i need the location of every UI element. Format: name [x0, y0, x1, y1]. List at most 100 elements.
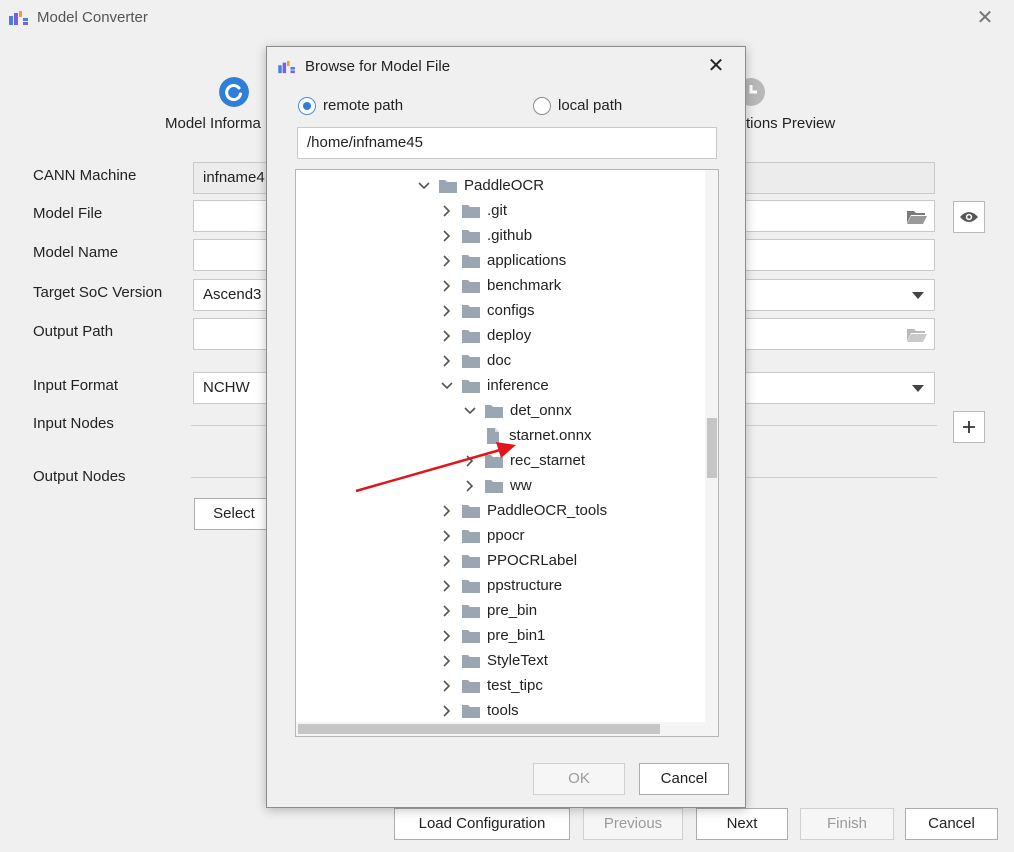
chevron-right-icon[interactable]: [439, 603, 455, 619]
browse-model-file-dialog: Browse for Model File ✕ remote path loca…: [266, 46, 746, 808]
chevron-right-icon[interactable]: [439, 678, 455, 694]
step-active-icon: [219, 77, 249, 107]
tree-folder-item[interactable]: ppocr: [439, 523, 525, 548]
chevron-right-icon[interactable]: [439, 253, 455, 269]
model-file-label: Model File: [33, 205, 103, 222]
target-soc-label: Target SoC Version: [33, 284, 163, 301]
tree-item-label: pre_bin: [487, 602, 538, 619]
tree-folder-item[interactable]: PaddleOCR_tools: [439, 498, 607, 523]
tree-item-label: PPOCRLabel: [487, 552, 578, 569]
folder-icon: [461, 328, 481, 344]
tree-folder-item[interactable]: ww: [462, 473, 532, 498]
tree-folder-item[interactable]: .github: [439, 223, 532, 248]
local-path-radio[interactable]: [533, 97, 551, 115]
chevron-right-icon[interactable]: [439, 528, 455, 544]
cancel-button[interactable]: Cancel: [905, 808, 998, 840]
finish-button[interactable]: Finish: [800, 808, 894, 840]
tree-folder-item[interactable]: .git: [439, 198, 507, 223]
remote-path-radio[interactable]: [298, 97, 316, 115]
folder-open-icon-disabled[interactable]: [906, 326, 928, 343]
select-button[interactable]: Select: [194, 498, 274, 530]
folder-icon: [484, 453, 504, 469]
file-tree[interactable]: tools test_tipc StyleText pre_bin1 pre_bin pp…: [295, 169, 719, 737]
tree-folder-item[interactable]: test_tipc: [439, 673, 543, 698]
eye-icon: [960, 212, 978, 222]
tree-folder-item[interactable]: applications: [439, 248, 566, 273]
folder-icon: [461, 253, 481, 269]
tree-item-label: ppstructure: [487, 577, 563, 594]
tree-item-label: rec_starnet: [510, 452, 586, 469]
tree-item-label: .github: [487, 227, 533, 244]
tree-folder-item[interactable]: pre_bin1: [439, 623, 545, 648]
tree-item-label: PaddleOCR: [464, 177, 545, 194]
folder-icon: [461, 553, 481, 569]
folder-icon: [461, 628, 481, 644]
chevron-right-icon[interactable]: [462, 478, 478, 494]
tree-folder-item[interactable]: pre_bin: [439, 598, 537, 623]
input-format-label: Input Format: [33, 377, 119, 394]
chevron-right-icon[interactable]: [439, 353, 455, 369]
folder-open-icon[interactable]: [906, 208, 928, 225]
dialog-cancel-button[interactable]: Cancel: [639, 763, 729, 795]
remote-path-label: remote path: [323, 97, 404, 114]
load-configuration-button[interactable]: Load Configuration: [394, 808, 570, 840]
chevron-right-icon[interactable]: [439, 278, 455, 294]
tree-folder-item[interactable]: ppstructure: [439, 573, 562, 598]
cann-machine-label: CANN Machine: [33, 167, 137, 184]
tree-folder-item[interactable]: inference: [439, 373, 549, 398]
folder-icon: [438, 178, 458, 194]
dialog-close-button[interactable]: ✕: [703, 54, 729, 78]
tree-folder-item[interactable]: benchmark: [439, 273, 561, 298]
local-path-label: local path: [558, 97, 623, 114]
chevron-down-icon[interactable]: [912, 385, 924, 393]
tree-file-item[interactable]: starnet.onnx: [482, 423, 592, 448]
preview-model-button[interactable]: [953, 201, 985, 233]
tree-item-label: starnet.onnx: [509, 427, 592, 444]
add-input-node-button[interactable]: [953, 411, 985, 443]
tree-folder-item[interactable]: PaddleOCR: [416, 173, 544, 198]
chevron-right-icon[interactable]: [439, 653, 455, 669]
chevron-right-icon[interactable]: [439, 303, 455, 319]
tree-vertical-scroll-thumb[interactable]: [707, 418, 717, 478]
next-button[interactable]: Next: [696, 808, 788, 840]
tree-horizontal-scroll-thumb[interactable]: [298, 724, 660, 734]
chevron-down-icon[interactable]: [439, 378, 455, 394]
chevron-right-icon[interactable]: [439, 628, 455, 644]
chevron-right-icon[interactable]: [439, 578, 455, 594]
chevron-down-icon[interactable]: [416, 178, 432, 194]
folder-icon: [461, 203, 481, 219]
tree-folder-item[interactable]: doc: [439, 348, 511, 373]
window-close-button[interactable]: ✕: [972, 6, 998, 30]
tree-folder-item[interactable]: StyleText: [439, 648, 548, 673]
chevron-down-icon[interactable]: [912, 292, 924, 300]
folder-icon: [461, 303, 481, 319]
chevron-right-icon[interactable]: [439, 703, 455, 719]
tree-folder-item[interactable]: configs: [439, 298, 535, 323]
app-logo-icon: [9, 11, 28, 25]
tree-item-label: deploy: [487, 327, 532, 344]
tree-folder-item[interactable]: det_onnx: [462, 398, 572, 423]
previous-button[interactable]: Previous: [583, 808, 683, 840]
tree-item-label: tools: [487, 702, 519, 719]
tree-folder-item[interactable]: rec_starnet: [462, 448, 585, 473]
chevron-right-icon[interactable]: [439, 228, 455, 244]
tree-folder-item[interactable]: deploy: [439, 323, 531, 348]
model-name-label: Model Name: [33, 244, 119, 261]
main-titlebar: [0, 0, 1014, 36]
tree-folder-item[interactable]: tools: [439, 698, 519, 723]
chevron-down-icon[interactable]: [462, 403, 478, 419]
chevron-right-icon[interactable]: [439, 328, 455, 344]
tree-item-label: pre_bin1: [487, 627, 546, 644]
tree-item-label: ww: [510, 477, 532, 494]
dialog-ok-button[interactable]: OK: [533, 763, 625, 795]
chevron-right-icon[interactable]: [462, 453, 478, 469]
chevron-right-icon[interactable]: [439, 203, 455, 219]
path-input[interactable]: /home/infname45: [297, 127, 717, 159]
tree-item-label: ppocr: [487, 527, 525, 544]
chevron-right-icon[interactable]: [439, 553, 455, 569]
tree-folder-item[interactable]: PPOCRLabel: [439, 548, 577, 573]
output-nodes-label: Output Nodes: [33, 468, 126, 485]
chevron-right-icon[interactable]: [439, 503, 455, 519]
scroll-corner: [705, 722, 718, 736]
folder-icon: [461, 378, 481, 394]
